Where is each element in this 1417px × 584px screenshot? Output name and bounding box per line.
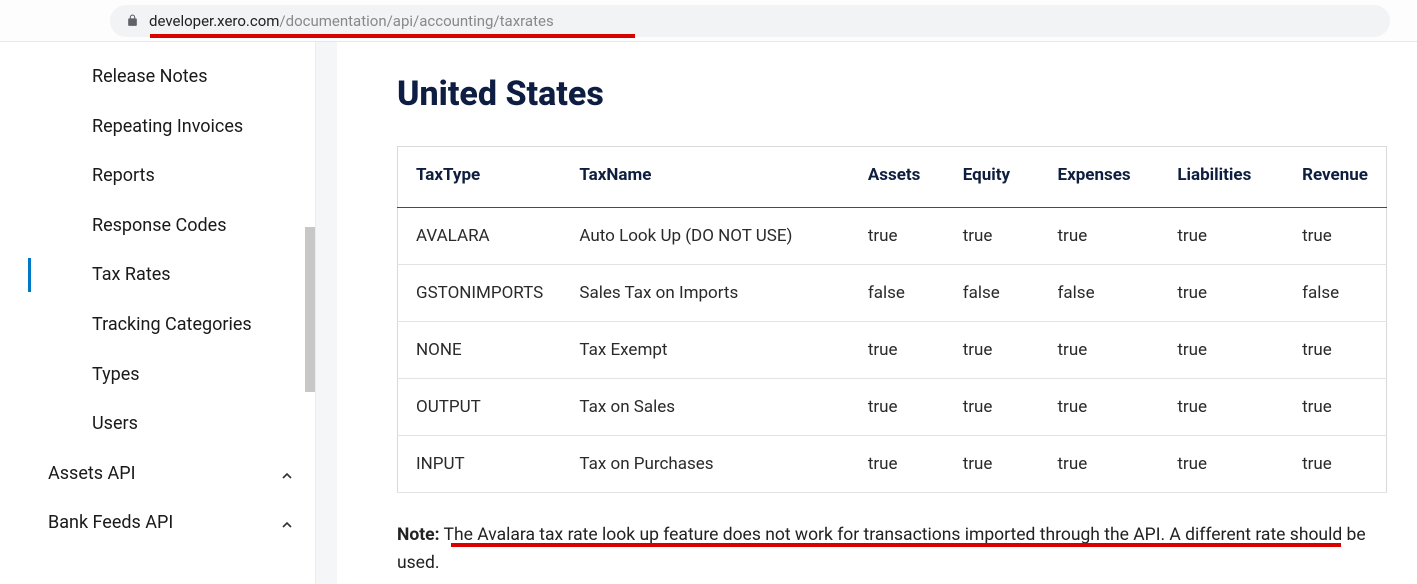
col-equity: Equity xyxy=(951,147,1046,208)
col-revenue: Revenue xyxy=(1290,147,1386,208)
table-cell: Sales Tax on Imports xyxy=(567,265,855,322)
page-title: United States xyxy=(397,74,1387,114)
col-taxtype: TaxType xyxy=(398,147,568,208)
table-cell: Auto Look Up (DO NOT USE) xyxy=(567,208,855,265)
table-cell: true xyxy=(1046,208,1166,265)
table-cell: true xyxy=(1165,265,1290,322)
table-cell: true xyxy=(1165,322,1290,379)
main-content: United States TaxType TaxName Assets Equ… xyxy=(337,42,1417,584)
tax-rates-table: TaxType TaxName Assets Equity Expenses L… xyxy=(397,146,1387,493)
table-row: AVALARAAuto Look Up (DO NOT USE)truetrue… xyxy=(398,208,1387,265)
table-cell: Tax Exempt xyxy=(567,322,855,379)
table-cell: false xyxy=(1046,265,1166,322)
table-cell: true xyxy=(1046,436,1166,493)
table-cell: OUTPUT xyxy=(398,379,568,436)
table-cell: true xyxy=(1290,208,1386,265)
table-header-row: TaxType TaxName Assets Equity Expenses L… xyxy=(398,147,1387,208)
note-text: The Avalara tax rate look up feature doe… xyxy=(397,525,1366,573)
table-cell: false xyxy=(856,265,951,322)
table-cell: true xyxy=(951,436,1046,493)
table-cell: true xyxy=(856,379,951,436)
note-label: Note: xyxy=(397,525,440,545)
table-row: INPUTTax on Purchasestruetruetruetruetru… xyxy=(398,436,1387,493)
sidebar-item-release-notes[interactable]: Release Notes xyxy=(0,52,315,102)
col-assets: Assets xyxy=(856,147,951,208)
url-text: developer.xero.com/documentation/api/acc… xyxy=(149,12,554,30)
table-cell: AVALARA xyxy=(398,208,568,265)
table-cell: GSTONIMPORTS xyxy=(398,265,568,322)
table-cell: true xyxy=(856,436,951,493)
table-cell: true xyxy=(1165,379,1290,436)
url-domain: developer.xero.com xyxy=(149,12,279,30)
table-cell: true xyxy=(856,322,951,379)
scrollbar-thumb[interactable] xyxy=(305,227,315,392)
sidebar-item-tax-rates[interactable]: Tax Rates xyxy=(0,250,315,300)
annotation-underline-note xyxy=(451,543,1341,547)
table-cell: false xyxy=(951,265,1046,322)
sidebar-group-label: Bank Feeds API xyxy=(48,512,173,533)
table-cell: Tax on Purchases xyxy=(567,436,855,493)
url-path: /documentation/api/accounting/taxrates xyxy=(279,12,553,30)
table-cell: true xyxy=(1046,322,1166,379)
table-cell: NONE xyxy=(398,322,568,379)
table-cell: true xyxy=(1290,379,1386,436)
chevron-up-icon xyxy=(279,463,295,484)
table-cell: true xyxy=(1165,208,1290,265)
table-cell: true xyxy=(951,208,1046,265)
sidebar-item-types[interactable]: Types xyxy=(0,350,315,400)
table-row: NONETax Exempttruetruetruetruetrue xyxy=(398,322,1387,379)
col-expenses: Expenses xyxy=(1046,147,1166,208)
table-cell: true xyxy=(1290,436,1386,493)
sidebar-item-tracking-categories[interactable]: Tracking Categories xyxy=(0,300,315,350)
address-bar[interactable]: developer.xero.com/documentation/api/acc… xyxy=(110,5,1390,37)
table-cell: true xyxy=(1165,436,1290,493)
table-row: GSTONIMPORTSSales Tax on Importsfalsefal… xyxy=(398,265,1387,322)
table-cell: false xyxy=(1290,265,1386,322)
note-paragraph: Note: The Avalara tax rate look up featu… xyxy=(397,521,1387,577)
lock-icon xyxy=(126,14,139,27)
sidebar-item-response-codes[interactable]: Response Codes xyxy=(0,201,315,251)
sidebar-group-assets-api[interactable]: Assets API xyxy=(0,449,315,498)
col-liabilities: Liabilities xyxy=(1165,147,1290,208)
sidebar-item-reports[interactable]: Reports xyxy=(0,151,315,201)
sidebar-item-repeating-invoices[interactable]: Repeating Invoices xyxy=(0,102,315,152)
table-cell: true xyxy=(951,322,1046,379)
sidebar-group-label: Assets API xyxy=(48,463,136,484)
table-row: OUTPUTTax on Salestruetruetruetruetrue xyxy=(398,379,1387,436)
annotation-underline-url xyxy=(150,34,635,38)
address-bar-container: developer.xero.com/documentation/api/acc… xyxy=(0,0,1417,42)
content-divider xyxy=(315,42,337,584)
col-taxname: TaxName xyxy=(567,147,855,208)
table-cell: true xyxy=(856,208,951,265)
table-cell: Tax on Sales xyxy=(567,379,855,436)
chevron-up-icon xyxy=(279,512,295,533)
sidebar: Release Notes Repeating Invoices Reports… xyxy=(0,42,315,584)
table-cell: true xyxy=(951,379,1046,436)
sidebar-item-users[interactable]: Users xyxy=(0,399,315,449)
table-cell: true xyxy=(1290,322,1386,379)
sidebar-group-bank-feeds-api[interactable]: Bank Feeds API xyxy=(0,498,315,547)
table-cell: INPUT xyxy=(398,436,568,493)
table-cell: true xyxy=(1046,379,1166,436)
